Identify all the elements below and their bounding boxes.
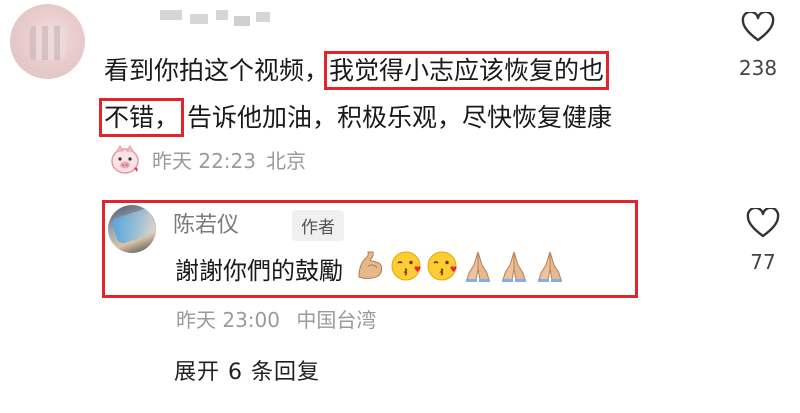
pig-sticker-icon — [108, 142, 142, 176]
username-redacted[interactable] — [160, 10, 270, 30]
comment-text-prefix: 看到你拍这个视频， — [104, 56, 330, 85]
comment-text: 看到你拍这个视频，我觉得小志应该恢复的也不错， 告诉他加油，积极乐观，尽快恢复健… — [98, 47, 744, 141]
folded-hands-icon — [461, 249, 495, 283]
comment-time: 昨天 22:23 — [152, 148, 256, 173]
heart-icon — [746, 206, 780, 238]
like-button[interactable]: 238 — [736, 10, 780, 80]
reply-location: 中国台湾 — [296, 308, 377, 332]
flexed-biceps-icon — [353, 249, 387, 283]
kissing-face-icon — [389, 249, 423, 283]
comment-text-suffix: 告诉他加油，积极乐观，尽快恢复健康 — [186, 103, 612, 132]
avatar-blur — [30, 26, 66, 60]
folded-hands-icon — [533, 249, 567, 283]
avatar-image — [110, 207, 156, 245]
reply-author-name[interactable]: 陈若仪 — [173, 207, 239, 239]
highlight-box-2: 不错， — [98, 98, 185, 137]
emoji-row — [353, 249, 567, 283]
reply-like-button[interactable]: 77 — [741, 206, 785, 274]
heart-icon — [741, 10, 775, 42]
highlight-box-1: 我觉得小志应该恢复的也 — [324, 51, 610, 90]
folded-hands-icon — [497, 249, 531, 283]
reply-avatar[interactable] — [108, 205, 156, 253]
comment-meta: 昨天 22:23 北京 — [108, 142, 306, 176]
expand-replies-button[interactable]: 展开 6 条回复 — [174, 354, 320, 386]
reply-time: 昨天 23:00 — [176, 308, 280, 332]
kissing-face-icon — [425, 249, 459, 283]
like-count: 238 — [738, 56, 778, 80]
reply-like-count: 77 — [750, 250, 776, 274]
avatar[interactable] — [10, 4, 85, 79]
reply-meta: 昨天 23:00 中国台湾 — [176, 304, 376, 333]
author-badge: 作者 — [292, 210, 344, 241]
comment-location: 北京 — [266, 148, 306, 173]
reply-text: 謝謝你們的鼓勵 — [175, 257, 343, 285]
